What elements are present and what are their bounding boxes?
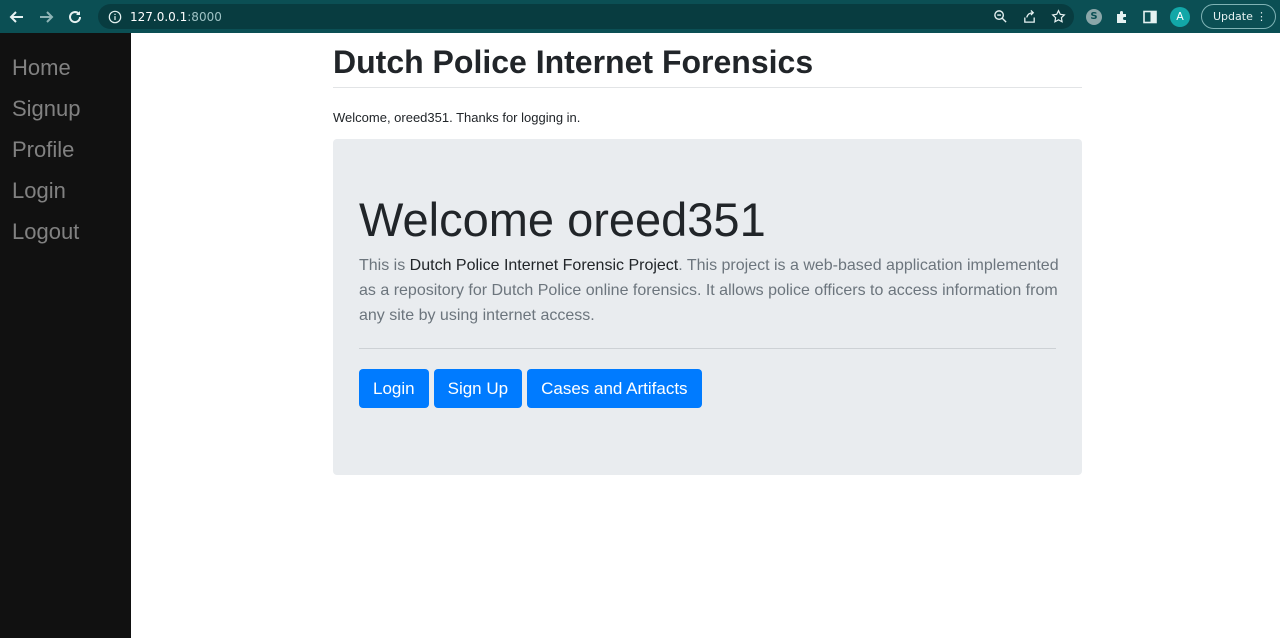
zoom-icon[interactable] <box>993 9 1008 24</box>
main-content: Dutch Police Internet Forensics Welcome,… <box>333 33 1082 475</box>
lead-project-name: Dutch Police Internet Forensic Project <box>409 257 679 274</box>
url-host: 127.0.0.1 <box>130 9 188 24</box>
url-text[interactable]: 127.0.0.1:8000 <box>130 10 222 24</box>
forward-button[interactable] <box>34 5 58 29</box>
reload-button[interactable] <box>63 5 87 29</box>
reload-icon <box>69 10 82 23</box>
cases-and-artifacts-button[interactable]: Cases and Artifacts <box>527 369 702 408</box>
welcome-message: Welcome, oreed351. Thanks for logging in… <box>333 110 581 125</box>
address-bar-actions <box>993 4 1066 29</box>
url-port: :8000 <box>187 9 222 24</box>
extension-s-icon[interactable]: S <box>1086 8 1102 25</box>
page-title: Dutch Police Internet Forensics <box>333 44 814 80</box>
sidebar-item-signup[interactable]: Signup <box>0 96 131 122</box>
sidebar: Home Signup Profile Login Logout <box>0 33 131 638</box>
jumbotron-heading: Welcome oreed351 <box>359 193 766 246</box>
browser-toolbar: 127.0.0.1:8000 S A Update ⋮ <box>0 0 1280 33</box>
jumbotron: Welcome oreed351 This is Dutch Police In… <box>333 139 1082 475</box>
jumbotron-divider <box>359 348 1056 349</box>
puzzle-icon[interactable] <box>1114 9 1130 25</box>
side-panel-icon[interactable] <box>1142 9 1158 25</box>
share-icon[interactable] <box>1022 9 1037 24</box>
sidebar-item-logout[interactable]: Logout <box>0 219 131 245</box>
back-button[interactable] <box>5 5 29 29</box>
star-icon[interactable] <box>1051 9 1066 24</box>
update-button[interactable]: Update ⋮ <box>1201 4 1276 29</box>
sidebar-item-home[interactable]: Home <box>0 55 131 81</box>
lead-prefix: This is <box>359 257 410 274</box>
back-arrow-icon <box>9 10 23 23</box>
toolbar-extensions: S A <box>1086 0 1190 33</box>
sidebar-item-profile[interactable]: Profile <box>0 137 131 163</box>
jumbotron-lead: This is Dutch Police Internet Forensic P… <box>359 253 1059 328</box>
kebab-menu-icon[interactable]: ⋮ <box>1256 9 1267 24</box>
jumbotron-actions: Login Sign Up Cases and Artifacts <box>359 369 1056 408</box>
info-icon[interactable] <box>108 10 122 24</box>
login-button[interactable]: Login <box>359 369 429 408</box>
profile-avatar[interactable]: A <box>1170 6 1190 27</box>
sidebar-item-login[interactable]: Login <box>0 178 131 204</box>
update-label: Update <box>1213 10 1253 23</box>
signup-button[interactable]: Sign Up <box>433 369 523 408</box>
address-bar[interactable]: 127.0.0.1:8000 <box>98 4 1074 29</box>
forward-arrow-icon <box>40 10 54 23</box>
title-divider <box>333 87 1082 88</box>
